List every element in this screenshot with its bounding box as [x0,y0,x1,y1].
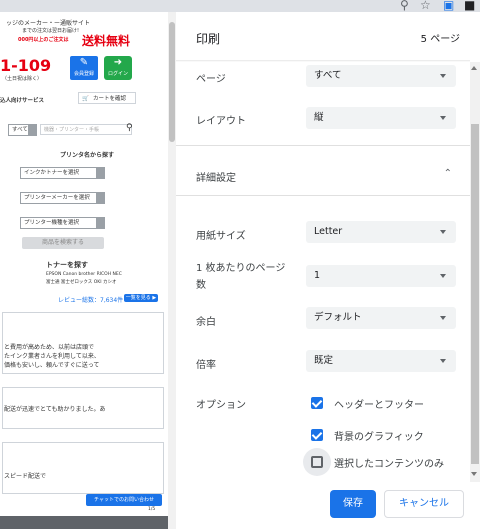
pages-per-sheet-select[interactable]: 1 [306,265,456,287]
chevron-down-icon [440,274,446,278]
selection-only-label: 選択したコンテンツのみ [334,459,444,470]
scale-select-value: 既定 [314,355,334,366]
preview-service-label: 込人向けサービス [0,98,45,104]
member-register-button[interactable]: ✎ 会員登録 [70,56,98,80]
background-graphics-checkbox[interactable] [311,429,323,441]
preview-page-counter: 1/5 [148,507,156,512]
dialog-page-count: 5 ページ [420,34,460,45]
preview-chat-button[interactable]: チャットでのお問い合わせ [86,494,162,506]
layout-select[interactable]: 縦 [306,107,456,129]
preview-search-input[interactable]: 機器・プリンター・手帳 [40,124,132,135]
preview-review1-line2: たインク業者さんを利用して以来、 [4,353,100,360]
preview-review3-line1: スピード配送で [4,473,47,480]
settings-scrollbar[interactable] [470,62,480,482]
section-divider [176,145,470,146]
pages-per-sheet-label-line2: 数 [196,280,206,291]
preview-review1-line1: と費用が高めため、以前は店頭で [4,344,95,351]
margins-label: 余白 [196,317,216,328]
layout-label: レイアウト [196,116,246,127]
browser-toolbar: ⚲ ☆ ▣ ■ [0,0,480,12]
scale-select[interactable]: 既定 [306,350,456,372]
save-button[interactable]: 保存 [330,490,376,518]
register-icon: ✎ [79,57,89,68]
preview-search-scope[interactable]: すべて [8,124,37,136]
scale-label: 倍率 [196,360,216,371]
header-footer-label: ヘッダーとフッター [334,400,424,411]
preview-phone-note: （土日祝は除く） [2,76,43,82]
selection-only-checkbox[interactable] [311,456,323,468]
settings-panel: ページ すべて レイアウト 縦 詳細設定 ⌃ 用紙サイズ Letter 1 枚あ… [176,62,480,482]
member-register-label: 会員登録 [73,71,94,77]
scroll-up-arrow-icon[interactable] [471,66,477,70]
star-icon[interactable]: ☆ [420,0,431,12]
settings-scrollbar-thumb[interactable] [471,124,479,464]
preview-phone: 1-109 [0,56,52,75]
print-preview-pane: ッジのメーカー・ー通販サイト までの注文は翌日お届け! 000円以上のご注文は … [0,12,176,529]
preview-review-all-button[interactable]: 一覧を見る ▶ [124,294,158,302]
paper-size-select-value: Letter [314,226,343,237]
extension-icon[interactable]: ▣ [443,0,454,12]
chevron-down-icon [440,359,446,363]
preview-scrollbar[interactable] [168,12,176,529]
preview-printer-search-title: プリンタ名から探す [60,152,115,159]
cart-label: カートを確認 [93,96,127,102]
preview-review-count: レビュー総数：7,634件 [58,297,124,304]
preview-review1-line3: 価格も安いし、頼んですぐに送って [4,362,100,369]
preview-select-maker[interactable]: プリンターメーカーを選択 [20,192,105,204]
pages-select[interactable]: すべて [306,65,456,87]
header-footer-checkbox[interactable] [311,397,323,409]
chevron-down-icon [440,74,446,78]
chevron-down-icon [440,116,446,120]
chevron-down-icon [440,230,446,234]
preview-promo-small2: 000円以上のご注文は [18,37,69,43]
pages-select-value: すべて [314,70,342,81]
more-settings-label[interactable]: 詳細設定 [196,169,236,184]
layout-select-value: 縦 [314,112,324,123]
cart-button[interactable]: 🛒 カートを確認 [78,92,136,104]
print-dialog: 印刷 5 ページ ページ すべて レイアウト 縦 詳細設定 ⌃ 用紙サイズ Le… [176,12,480,529]
preview-promo-big: 送料無料 [82,34,131,48]
preview-review2-line1: 配送が迅速でとても助かりました。あ [4,406,106,413]
preview-toner-brands1: EPSON Canon brother RICOH NEC [46,272,122,277]
scroll-down-arrow-icon[interactable] [471,472,477,476]
preview-review-card-3 [2,442,164,494]
dialog-title: 印刷 [196,32,221,46]
options-label: オプション [196,400,246,411]
preview-page: ッジのメーカー・ー通販サイト までの注文は翌日お届け! 000円以上のご注文は … [0,12,168,516]
preview-toner-brands2: 富士通 富士ゼロックス OKI カシオ [46,280,117,285]
pages-label: ページ [196,74,226,85]
chevron-up-icon[interactable]: ⌃ [444,168,452,179]
section-divider [176,195,470,196]
preview-product-search-button[interactable]: 商品を検索する [22,237,104,249]
margins-select[interactable]: デフォルト [306,307,456,329]
chevron-down-icon [440,316,446,320]
margins-select-value: デフォルト [314,312,362,323]
search-icon[interactable]: ⚲ [400,0,409,12]
paper-size-select[interactable]: Letter [306,221,456,243]
preview-promo-small: までの注文は翌日お届け! [22,28,80,34]
cart-icon: 🛒 [82,96,89,102]
background-graphics-label: 背景のグラフィック [334,432,424,443]
profile-icon[interactable]: ■ [464,0,475,12]
login-icon: ➜ [113,57,123,68]
login-label: ログイン [107,71,128,77]
preview-header-line: ッジのメーカー・ー通販サイト [6,20,91,27]
preview-search-icon[interactable]: ⚲ [126,123,133,133]
login-button[interactable]: ➜ ログイン [104,56,132,80]
pages-per-sheet-label-line1: 1 枚あたりのページ [196,263,286,274]
preview-select-ink[interactable]: インクかトナーを選択 [20,167,105,179]
preview-scrollbar-thumb[interactable] [169,22,175,142]
preview-toner-title: トナーを探す [46,261,88,269]
pages-per-sheet-select-value: 1 [314,270,321,281]
paper-size-label: 用紙サイズ [196,231,246,242]
cancel-button[interactable]: キャンセル [384,490,464,518]
preview-select-model[interactable]: プリンター機種を選択 [20,217,105,229]
